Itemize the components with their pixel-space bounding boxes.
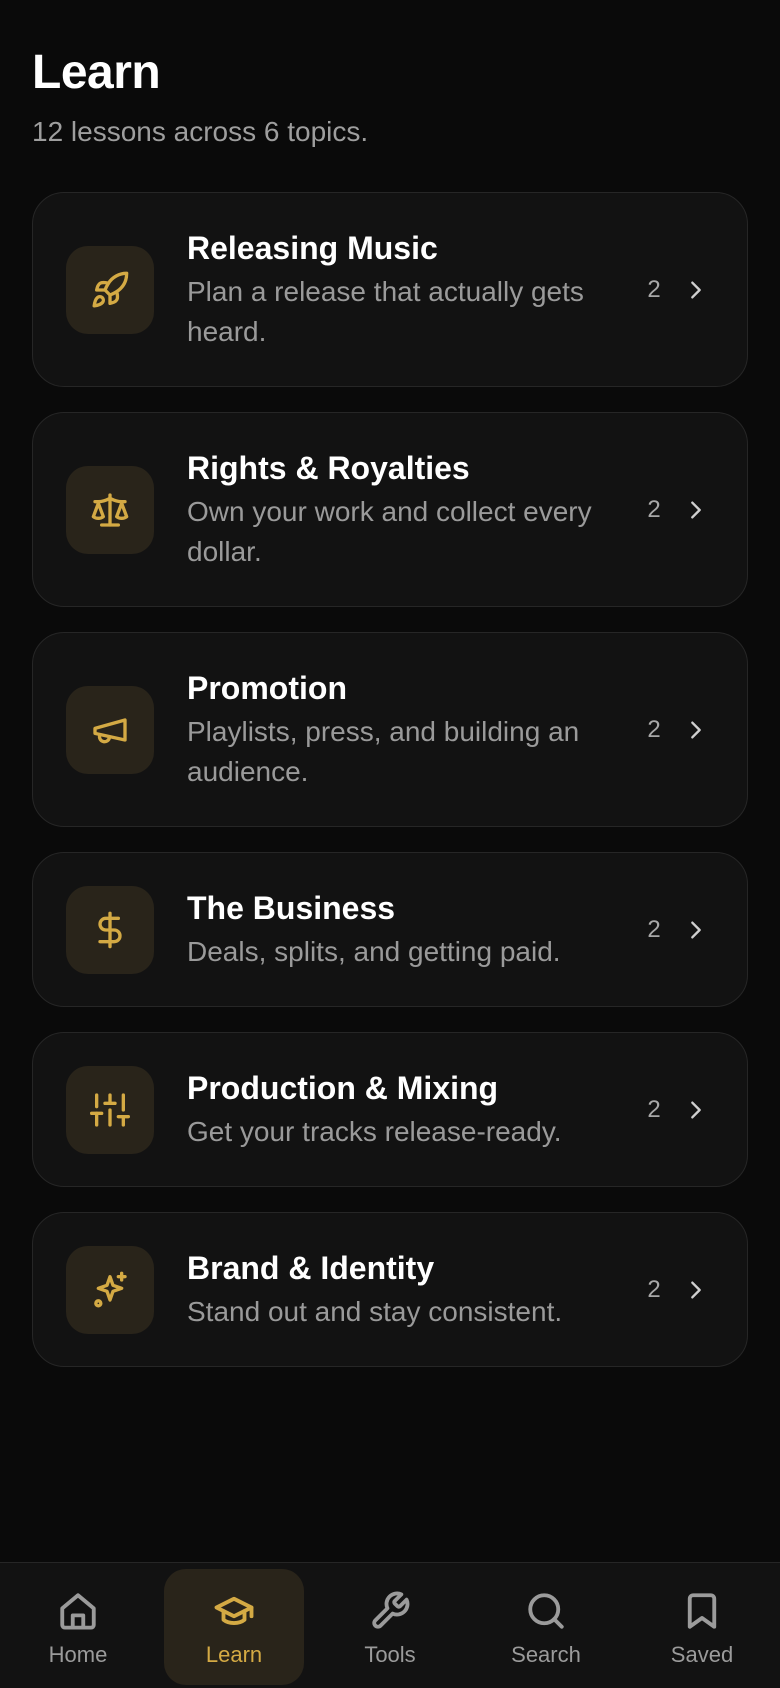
topic-card-releasing-music[interactable]: Releasing Music Plan a release that actu… [32,192,748,387]
topic-text: Brand & Identity Stand out and stay cons… [187,1248,631,1332]
rocket-icon [66,245,154,334]
nav-label-search: Search [511,1642,581,1667]
chevron-right-icon [685,719,707,741]
topic-card-rights-royalties[interactable]: Rights & Royalties Own your work and col… [32,412,748,607]
chevron-right-icon [685,1279,707,1301]
sliders-icon [66,1065,154,1154]
bottom-nav: Home Learn Tools Search Saved [0,1562,780,1688]
lesson-count: 2 [647,715,661,743]
chevron-right-icon [685,919,707,941]
nav-item-tools[interactable]: Tools [320,1569,460,1685]
topic-description: Playlists, press, and building an audien… [187,715,580,787]
chevron-right-icon [685,279,707,301]
topic-text: Rights & Royalties Own your work and col… [187,448,631,572]
lesson-count: 2 [647,275,661,303]
topic-card-the-business[interactable]: The Business Deals, splits, and getting … [32,852,748,1007]
topic-card-promotion[interactable]: Promotion Playlists, press, and building… [32,632,748,827]
topic-list: Releasing Music Plan a release that actu… [32,192,748,1392]
topic-card-production-mixing[interactable]: Production & Mixing Get your tracks rele… [32,1032,748,1187]
nav-item-saved[interactable]: Saved [632,1569,772,1685]
graduation-cap-icon [212,1589,256,1633]
topic-title: Rights & Royalties [187,449,470,486]
topic-title: The Business [187,889,396,926]
topic-description: Deals, splits, and getting paid. [187,935,561,967]
nav-label-home: Home [48,1642,108,1667]
sparkles-icon [66,1245,154,1334]
nav-label-learn: Learn [205,1642,263,1667]
nav-label-tools: Tools [364,1642,416,1667]
megaphone-icon [66,685,154,774]
topic-description: Stand out and stay consistent. [187,1295,563,1327]
topic-title: Releasing Music [187,229,438,266]
topic-description: Own your work and collect every dollar. [187,495,592,567]
topic-title: Promotion [187,669,347,706]
lesson-count: 2 [647,1095,661,1123]
topic-card-brand-identity[interactable]: Brand & Identity Stand out and stay cons… [32,1212,748,1367]
topic-text: Production & Mixing Get your tracks rele… [187,1068,631,1152]
lesson-count: 2 [647,1275,661,1303]
lesson-count: 2 [647,915,661,943]
home-icon [56,1589,100,1633]
nav-label-saved: Saved [670,1642,734,1667]
nav-item-search[interactable]: Search [476,1569,616,1685]
topic-text: The Business Deals, splits, and getting … [187,888,631,972]
nav-item-learn[interactable]: Learn [164,1569,304,1685]
topic-text: Releasing Music Plan a release that actu… [187,228,631,352]
topic-description: Get your tracks release-ready. [187,1115,562,1147]
page-title: Learn [32,46,161,99]
lesson-count: 2 [647,495,661,523]
topic-description: Plan a release that actually gets heard. [187,275,584,347]
chevron-right-icon [685,1099,707,1121]
page-subtitle: 12 lessons across 6 topics. [32,116,369,147]
wrench-icon [368,1589,412,1633]
nav-item-home[interactable]: Home [8,1569,148,1685]
bookmark-icon [680,1589,724,1633]
topic-title: Brand & Identity [187,1249,435,1286]
chevron-right-icon [685,499,707,521]
topic-text: Promotion Playlists, press, and building… [187,668,631,792]
topic-title: Production & Mixing [187,1069,499,1106]
dollar-icon [66,885,154,974]
scale-icon [66,465,154,554]
search-icon [524,1589,568,1633]
